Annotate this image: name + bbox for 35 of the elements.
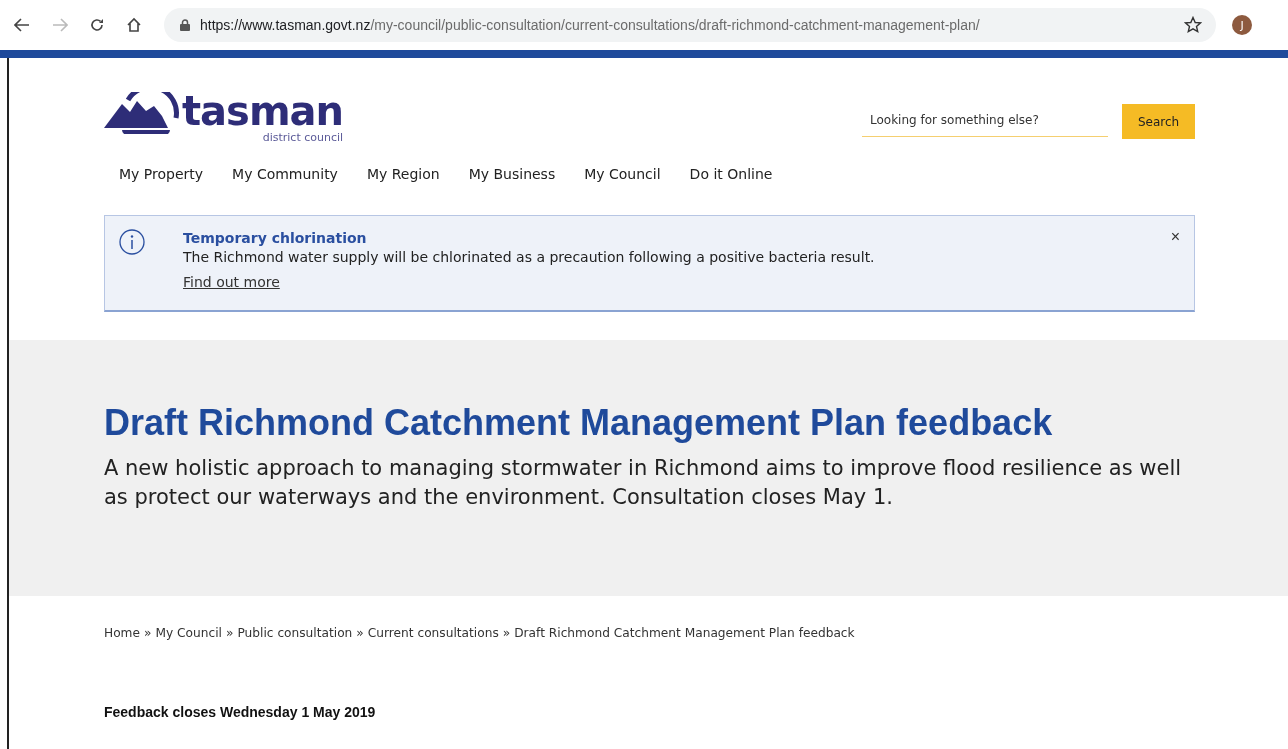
breadcrumb-separator: »: [144, 626, 152, 640]
breadcrumb-separator: »: [225, 626, 234, 640]
logo-wordmark: tasman: [182, 91, 344, 131]
nav-link[interactable]: My Business: [468, 163, 556, 215]
breadcrumb-separator: »: [502, 626, 511, 640]
mountain-logo-icon: [104, 92, 180, 134]
alert-title: Temporary chlorination: [183, 229, 368, 247]
logo-subtitle: district council: [262, 132, 344, 144]
page-title: Draft Richmond Catchment Management Plan feedback: [104, 402, 1054, 444]
find-out-more-link[interactable]: Find out more: [183, 274, 280, 290]
breadcrumb-link[interactable]: Current consultations: [367, 626, 499, 640]
nav-link[interactable]: Do it Online: [689, 163, 773, 215]
address-bar[interactable]: https://www.tasman.govt.nz/my-council/public-consultation/current-consultations/draft-richmond-catchment-management-plan/: [164, 8, 1216, 42]
bookmark-star-icon[interactable]: [1184, 16, 1202, 34]
search-button[interactable]: Search: [1122, 104, 1195, 139]
nav-link[interactable]: My Council: [584, 163, 661, 215]
breadcrumb-link[interactable]: My Council: [155, 626, 222, 640]
breadcrumb-link[interactable]: Draft Richmond Catchment Management Plan feedback: [514, 626, 855, 640]
profile-avatar[interactable]: J: [1232, 15, 1252, 35]
home-icon[interactable]: [126, 17, 142, 33]
lock-icon: [180, 19, 190, 31]
close-button[interactable]: ×: [1166, 229, 1184, 245]
breadcrumb-link[interactable]: Home: [104, 626, 140, 640]
closing-date-text: Feedback closes Wednesday 1 May 2019: [104, 704, 377, 720]
nav-link[interactable]: My Property: [119, 163, 204, 215]
reload-icon[interactable]: [90, 18, 104, 32]
nav-link[interactable]: My Region: [366, 163, 440, 215]
nav-link[interactable]: My Community: [232, 163, 338, 215]
info-icon: [119, 229, 145, 255]
back-icon[interactable]: [14, 18, 30, 32]
breadcrumb-separator: »: [356, 626, 364, 640]
url-text[interactable]: https://www.tasman.govt.nz/my-council/public-consultation/current-consultations/draft-richmond-catchment-management-plan/: [200, 17, 1184, 33]
page-summary: A new holistic approach to managing stormwater in Richmond aims to improve flood resilience as well as protect our waterways and the environment. Consultation closes May 1.: [104, 455, 1183, 511]
breadcrumb-link[interactable]: Public consultation: [237, 626, 353, 640]
alert-message: The Richmond water supply will be chlorinated as a precaution following a positive bacteria result.: [183, 248, 876, 267]
